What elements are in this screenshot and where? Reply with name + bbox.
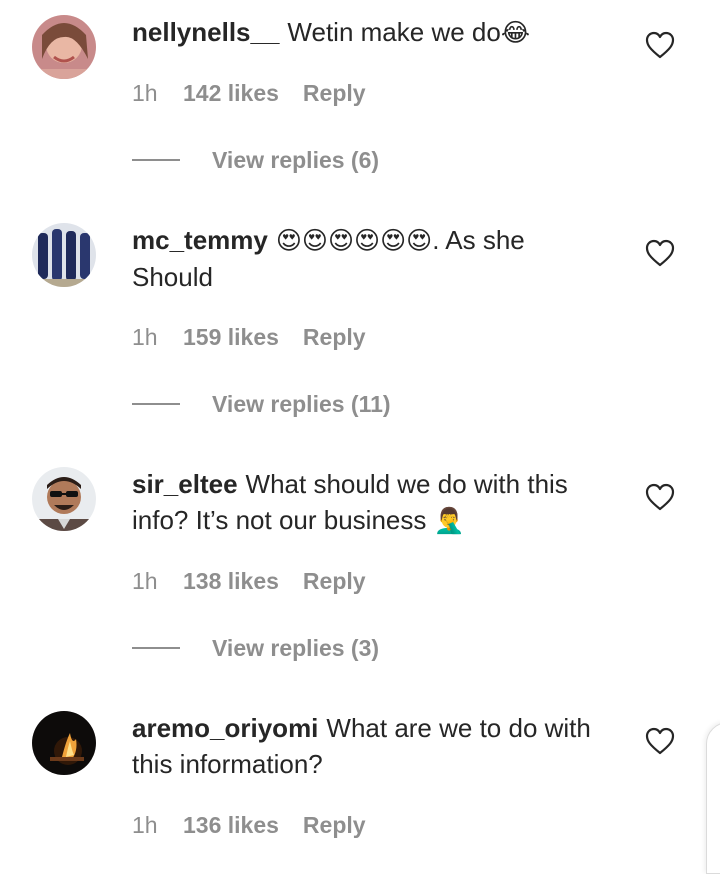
- view-replies-button[interactable]: View replies (6): [132, 146, 379, 174]
- likes-count[interactable]: 136 likes: [183, 812, 279, 838]
- like-heart-icon[interactable]: [645, 727, 675, 755]
- comment-time: 1h: [132, 568, 158, 594]
- comment-meta: 1h 138 likes Reply: [132, 567, 366, 595]
- divider-line: [132, 402, 180, 405]
- comment-time: 1h: [132, 324, 158, 350]
- view-replies-button[interactable]: View replies (11): [132, 390, 391, 418]
- comment-text: nellynells__ Wetin make we do😂: [132, 14, 612, 51]
- comment-meta: 1h 136 likes Reply: [132, 811, 366, 839]
- reply-button[interactable]: Reply: [303, 324, 366, 350]
- comment-text: aremo_oriyomi What are we to do with this…: [132, 710, 612, 782]
- comment-text: sir_eltee What should we do with this inf…: [132, 466, 612, 539]
- comment-time: 1h: [132, 812, 158, 838]
- comment-username[interactable]: aremo_oriyomi: [132, 713, 318, 743]
- view-replies-label: View replies (3): [212, 635, 380, 661]
- facepalm-emoji: 🤦‍♂️: [433, 506, 465, 535]
- avatar[interactable]: [32, 223, 96, 287]
- laughing-emoji: 😂: [500, 18, 531, 47]
- reply-button[interactable]: Reply: [303, 812, 366, 838]
- heart-eyes-emoji: 😍😍😍😍😍😍: [275, 226, 433, 255]
- comment-username[interactable]: mc_temmy: [132, 225, 268, 255]
- avatar[interactable]: [32, 467, 96, 531]
- divider-line: [132, 646, 180, 649]
- like-heart-icon[interactable]: [645, 239, 675, 267]
- comment-username[interactable]: sir_eltee: [132, 469, 238, 499]
- view-replies-label: View replies (11): [212, 391, 391, 417]
- likes-count[interactable]: 138 likes: [183, 568, 279, 594]
- likes-count[interactable]: 142 likes: [183, 80, 279, 106]
- comment-username[interactable]: nellynells__: [132, 17, 279, 47]
- view-replies-button[interactable]: View replies (3): [132, 634, 379, 662]
- view-replies-label: View replies (6): [212, 147, 380, 173]
- reply-button[interactable]: Reply: [303, 568, 366, 594]
- comment-meta: 1h 142 likes Reply: [132, 79, 366, 107]
- comment-body: Wetin make we do: [287, 17, 501, 47]
- comment-time: 1h: [132, 80, 158, 106]
- like-heart-icon[interactable]: [645, 31, 675, 59]
- comment-text: mc_temmy 😍😍😍😍😍😍. As she Should: [132, 222, 612, 295]
- avatar[interactable]: [32, 711, 96, 775]
- overlay-card-edge: [706, 722, 720, 874]
- like-heart-icon[interactable]: [645, 483, 675, 511]
- divider-line: [132, 158, 180, 161]
- comment-meta: 1h 159 likes Reply: [132, 323, 366, 351]
- reply-button[interactable]: Reply: [303, 80, 366, 106]
- avatar[interactable]: [32, 15, 96, 79]
- likes-count[interactable]: 159 likes: [183, 324, 279, 350]
